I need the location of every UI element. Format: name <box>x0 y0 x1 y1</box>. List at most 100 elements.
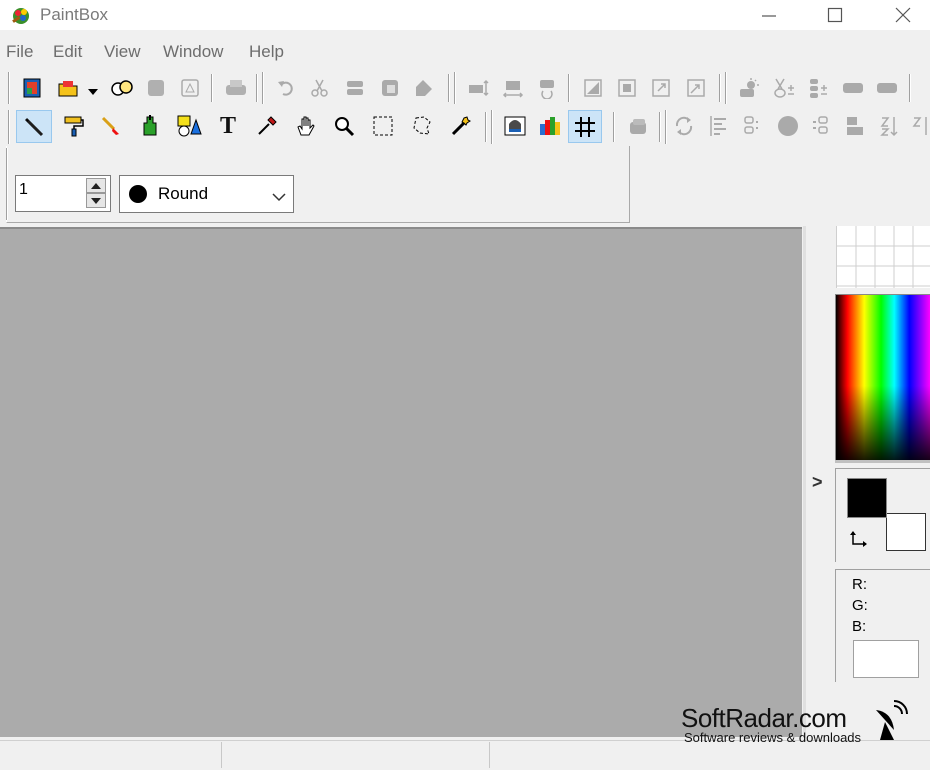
zoom-tool-button[interactable] <box>330 113 358 139</box>
contrast-button[interactable] <box>770 75 798 101</box>
more-tools-button[interactable] <box>910 113 930 139</box>
stretch-button[interactable] <box>682 75 710 101</box>
red-label: R: <box>852 576 867 593</box>
spectrum-border <box>835 460 930 463</box>
grid-toggle-button[interactable] <box>568 110 602 143</box>
flip-vertical-button[interactable] <box>464 75 492 101</box>
canvas-size-button[interactable] <box>613 75 641 101</box>
pencil-tool-button[interactable] <box>16 110 52 143</box>
eyedropper-tool-button[interactable] <box>253 113 281 139</box>
filter-button[interactable] <box>873 75 901 101</box>
spin-up-button[interactable] <box>86 178 106 193</box>
foreground-color-swatch[interactable] <box>847 478 887 518</box>
maximize-icon <box>827 7 843 23</box>
effect-button[interactable] <box>839 75 867 101</box>
cut-button[interactable] <box>306 75 334 101</box>
crop-button[interactable] <box>579 75 607 101</box>
layers-icon <box>630 119 646 134</box>
rotate-button[interactable] <box>533 75 561 101</box>
maximize-button[interactable] <box>812 0 858 30</box>
open-dropdown-icon <box>88 89 98 95</box>
save-icon <box>148 80 164 96</box>
menu-view[interactable]: View <box>104 42 141 62</box>
text-tool-button[interactable]: T <box>214 113 242 139</box>
clear-button[interactable] <box>410 75 438 101</box>
paint-roller-tool-button[interactable] <box>60 113 88 139</box>
brush-tool-button[interactable] <box>97 113 125 139</box>
sort-button[interactable] <box>876 113 904 139</box>
distribute-button[interactable] <box>807 113 835 139</box>
swap-icon <box>850 531 867 547</box>
zoom-icon <box>335 117 355 137</box>
app-logo-icon <box>10 4 32 26</box>
browse-button[interactable] <box>108 75 136 101</box>
resize-button[interactable] <box>647 75 675 101</box>
more-icon <box>912 117 927 135</box>
rect-select-icon <box>373 116 393 136</box>
copy-button[interactable] <box>341 75 369 101</box>
lasso-tool-button[interactable] <box>408 113 436 139</box>
undo-button[interactable] <box>272 75 300 101</box>
toolbar-separator <box>448 74 450 102</box>
spacing-button[interactable] <box>738 113 766 139</box>
brightness-button[interactable] <box>735 75 763 101</box>
refresh-button[interactable] <box>670 113 698 139</box>
round-brush-icon <box>129 185 147 203</box>
toolbar-separator <box>659 112 661 142</box>
panel-toggle-button[interactable]: > <box>812 472 823 493</box>
options-grip <box>6 148 8 220</box>
green-label: G: <box>852 597 868 614</box>
arrow-down-icon <box>91 197 101 204</box>
palette-icon <box>540 117 560 135</box>
image-button[interactable] <box>501 113 529 139</box>
close-button[interactable] <box>880 0 926 30</box>
swatch-grid[interactable] <box>836 226 930 288</box>
toolbar-grip <box>8 110 10 144</box>
flip-horizontal-button[interactable] <box>499 75 527 101</box>
lasso-icon <box>413 116 431 135</box>
toolbar-separator <box>719 74 721 102</box>
cut-icon <box>311 79 328 97</box>
magic-wand-tool-button[interactable] <box>447 113 475 139</box>
stack-icon <box>847 117 863 135</box>
align-icon <box>710 116 726 136</box>
menu-edit[interactable]: Edit <box>53 42 82 62</box>
menu-help[interactable]: Help <box>249 42 284 62</box>
menu-window[interactable]: Window <box>163 42 223 62</box>
open-dropdown-button[interactable] <box>88 83 98 101</box>
stack-button[interactable] <box>841 113 869 139</box>
stretch-icon <box>687 79 705 97</box>
palette-button[interactable] <box>536 113 564 139</box>
align-button[interactable] <box>704 113 732 139</box>
new-button[interactable] <box>18 75 46 101</box>
distribute-icon <box>813 116 828 134</box>
levels-button[interactable] <box>804 75 832 101</box>
open-button[interactable] <box>54 75 82 101</box>
swap-colors-button[interactable] <box>849 529 871 556</box>
background-color-swatch[interactable] <box>886 513 926 551</box>
save-button[interactable] <box>142 75 170 101</box>
resize-icon <box>652 79 670 97</box>
toolbar-grip <box>665 110 667 144</box>
minimize-button[interactable] <box>746 0 792 30</box>
print-button[interactable] <box>222 75 250 101</box>
spin-down-button[interactable] <box>86 193 106 208</box>
paste-icon <box>382 80 398 96</box>
layers-button[interactable] <box>624 113 652 139</box>
effect-icon <box>843 83 863 93</box>
fill-tool-button[interactable] <box>136 113 164 139</box>
paste-button[interactable] <box>376 75 404 101</box>
shapes-icon <box>177 115 202 137</box>
color-spectrum[interactable] <box>835 294 930 460</box>
hand-tool-button[interactable] <box>292 113 320 139</box>
brush-size-value[interactable]: 1 <box>19 181 28 199</box>
save-as-button[interactable] <box>176 75 204 101</box>
levels-icon <box>810 79 827 98</box>
drawing-canvas[interactable] <box>0 227 802 737</box>
circle-button[interactable] <box>774 113 802 139</box>
menu-file[interactable]: File <box>6 42 33 62</box>
canvas-size-icon <box>618 79 636 97</box>
rotate-icon <box>540 80 554 99</box>
rect-select-tool-button[interactable] <box>369 113 397 139</box>
shapes-tool-button[interactable] <box>175 113 203 139</box>
